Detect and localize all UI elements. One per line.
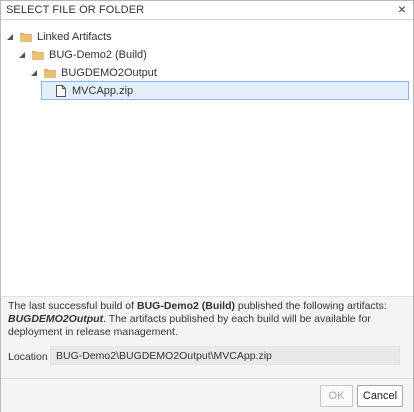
footer-divider [1, 378, 413, 379]
location-field: BUG-Demo2\BUGDEMO2Output\MVCApp.zip [50, 346, 400, 365]
dialog-footer: The last successful build of BUG-Demo2 (… [1, 296, 413, 412]
tree-node-output[interactable]: BUGDEMO2Output [31, 64, 157, 82]
folder-icon [32, 50, 44, 60]
close-icon[interactable]: × [398, 2, 406, 16]
tree-node-file-selected[interactable]: MVCApp.zip [41, 81, 409, 100]
tree-node-label: BUG-Demo2 (Build) [49, 49, 147, 61]
ok-button[interactable]: OK [320, 385, 353, 407]
file-icon [56, 84, 66, 97]
tree-node-label: BUGDEMO2Output [61, 67, 157, 79]
tree-node-label: MVCApp.zip [72, 84, 134, 97]
select-file-dialog: SELECT FILE OR FOLDER × Linked Artifacts… [0, 0, 414, 412]
cancel-button[interactable]: Cancel [357, 385, 403, 407]
artifact-tree: Linked Artifacts BUG-Demo2 (Build) BUGDE… [1, 20, 413, 296]
dialog-titlebar: SELECT FILE OR FOLDER × [1, 1, 413, 20]
tree-node-build[interactable]: BUG-Demo2 (Build) [19, 46, 147, 64]
tree-node-linked-artifacts[interactable]: Linked Artifacts [7, 28, 112, 46]
folder-icon [44, 68, 56, 78]
expanded-triangle-icon[interactable] [7, 33, 14, 41]
info-middle: published the following artifacts: [234, 300, 387, 312]
expanded-triangle-icon[interactable] [31, 69, 38, 77]
info-prefix: The last successful build of [8, 300, 137, 312]
info-artifact-name: BUGDEMO2Output [8, 313, 104, 325]
folder-icon [20, 32, 32, 42]
artifact-info-text: The last successful build of BUG-Demo2 (… [8, 300, 406, 339]
info-build-name: BUG-Demo2 (Build) [136, 300, 235, 312]
expanded-triangle-icon[interactable] [19, 51, 26, 59]
dialog-title: SELECT FILE OR FOLDER [6, 4, 145, 16]
location-label: Location [8, 351, 48, 363]
tree-node-label: Linked Artifacts [37, 31, 112, 43]
